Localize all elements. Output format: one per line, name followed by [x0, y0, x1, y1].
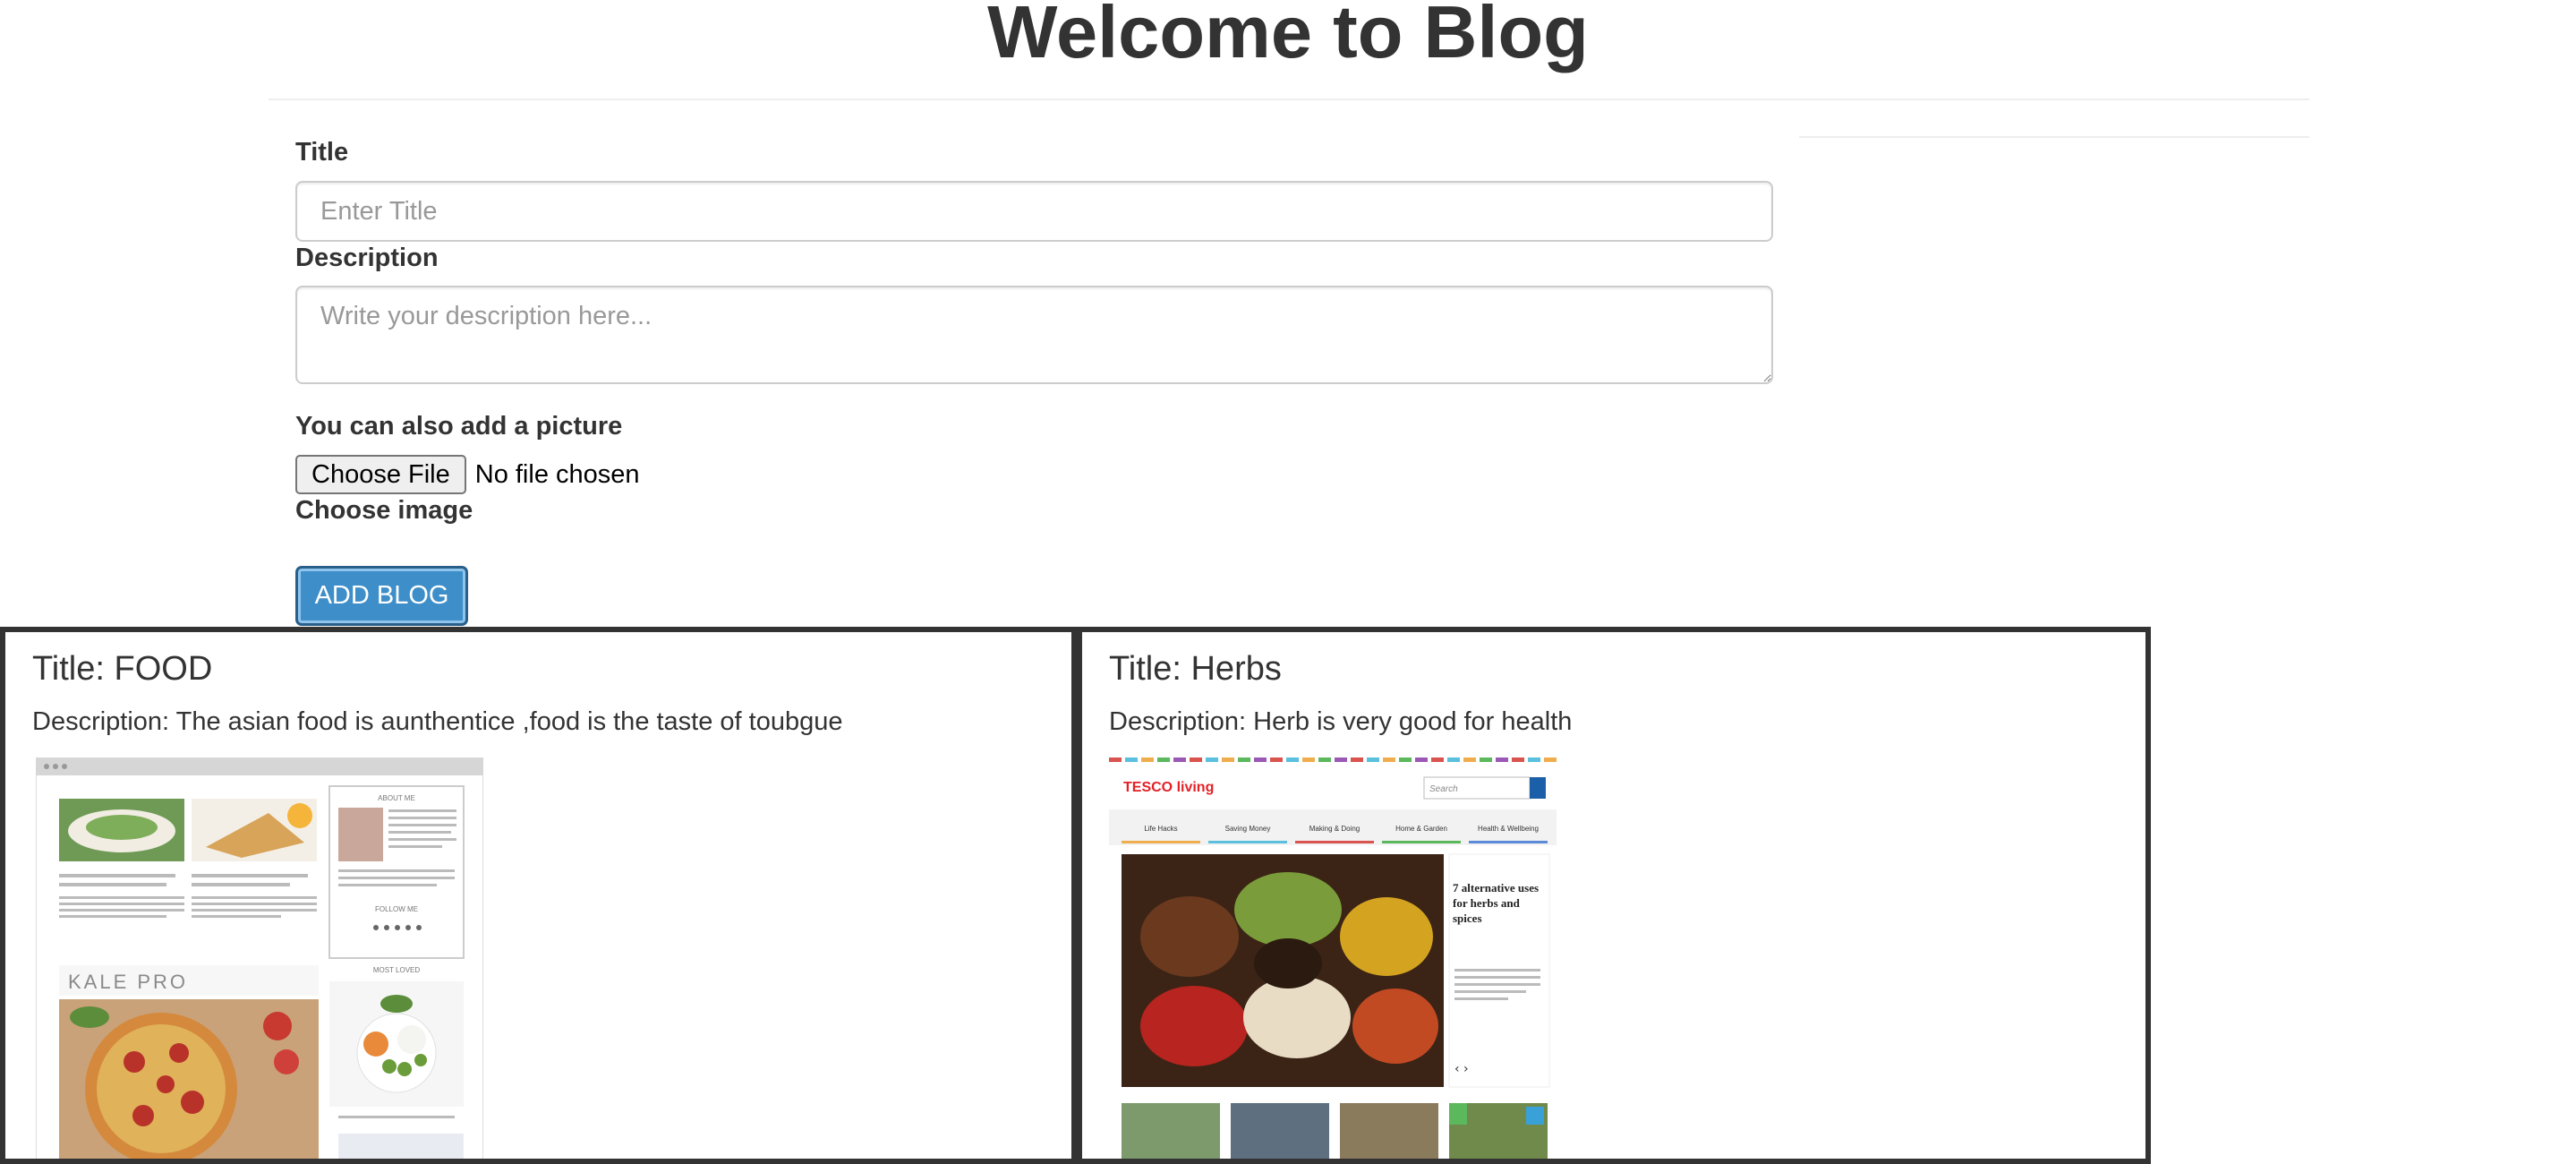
picture-label: You can also add a picture — [295, 412, 623, 441]
thumb-nav-3: Making & Doing — [1309, 825, 1360, 833]
header-divider — [269, 98, 2309, 100]
blog-post-card: Title: Herbs Description: Herb is very g… — [1077, 627, 2151, 1164]
post-title: Title: FOOD — [32, 650, 213, 688]
choose-image-label: Choose image — [295, 496, 473, 525]
thumb-article-title: 7 alternative uses for herbs and spices — [1453, 881, 1540, 925]
title-label: Title — [295, 138, 349, 167]
svg-text:‹ ›: ‹ › — [1454, 1062, 1469, 1076]
thumb-follow-heading: FOLLOW ME — [375, 905, 418, 913]
thumb-nav-2: Saving Money — [1225, 825, 1271, 833]
file-status: No file chosen — [474, 459, 640, 489]
sidebar-divider — [1799, 136, 2309, 138]
thumb-nav-4: Home & Garden — [1395, 825, 1447, 833]
file-input: Choose File No file chosen — [295, 455, 640, 494]
blog-post-card: Title: FOOD Description: The asian food … — [0, 627, 1077, 1164]
description-textarea[interactable] — [295, 286, 1773, 384]
post-image: TESCO living Search Life Hacks Saving Mo… — [1109, 757, 1557, 1159]
thumb-nav-5: Health & Wellbeing — [1478, 825, 1539, 833]
description-label: Description — [295, 244, 439, 272]
post-description: Description: Herb is very good for healt… — [1109, 707, 1573, 736]
thumb-nav-1: Life Hacks — [1144, 825, 1177, 833]
thumb-brand: KALE PRO — [68, 971, 188, 993]
title-input[interactable] — [295, 181, 1773, 242]
post-title: Title: Herbs — [1109, 650, 1282, 688]
thumb-search: Search — [1429, 784, 1458, 794]
post-description: Description: The asian food is aunthenti… — [32, 707, 843, 736]
thumb-brand: TESCO living — [1123, 780, 1214, 795]
add-blog-button[interactable]: ADD BLOG — [295, 566, 468, 626]
page-title: Welcome to Blog — [987, 0, 1589, 73]
choose-file-button[interactable]: Choose File — [295, 455, 466, 494]
post-image: ABOUT ME FOLLOW ME KALE PRO MOST LOVED — [36, 757, 483, 1159]
thumb-about-heading: ABOUT ME — [378, 794, 415, 802]
thumb-loved-heading: MOST LOVED — [373, 966, 421, 974]
